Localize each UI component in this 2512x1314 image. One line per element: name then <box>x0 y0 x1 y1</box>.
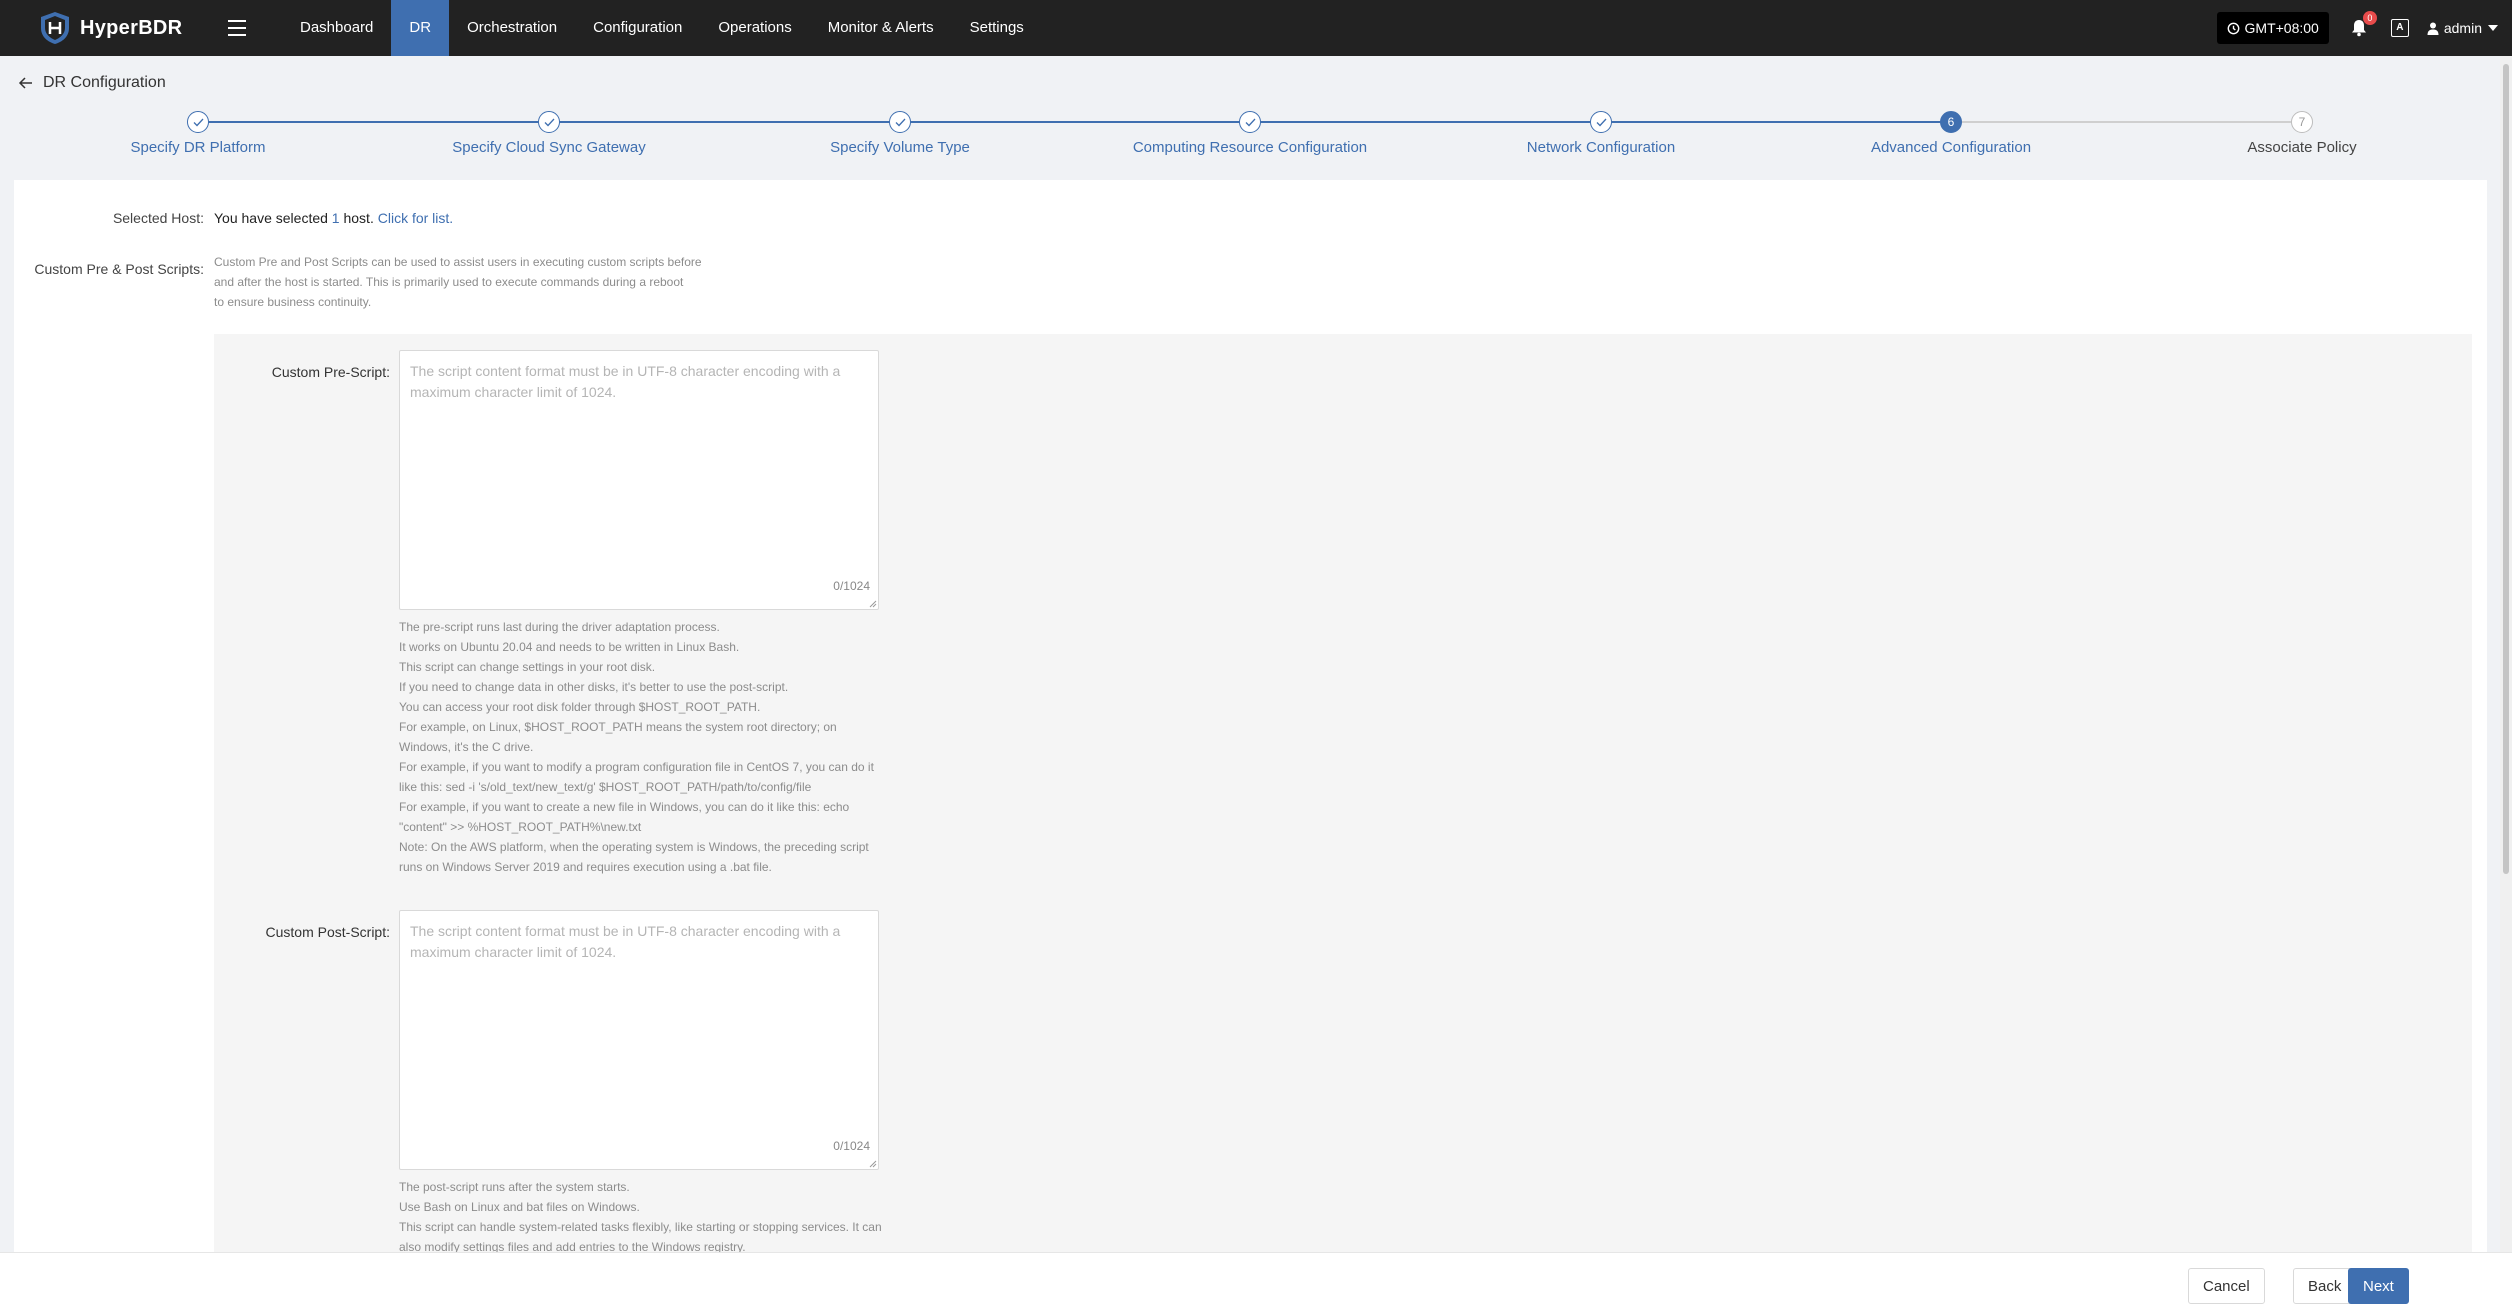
language-icon[interactable]: A <box>2390 19 2409 37</box>
top-navigation-bar: HyperBDR Dashboard DR Orchestration Conf… <box>0 0 2512 56</box>
post-script-label: Custom Post-Script: <box>265 924 390 940</box>
step-label: Associate Policy <box>2247 139 2357 156</box>
help-line: This script can change settings in your … <box>399 660 656 674</box>
menu-toggle-icon[interactable] <box>228 20 246 36</box>
pre-script-input[interactable] <box>400 351 878 609</box>
step-specify-cloud-sync-gateway[interactable]: Specify Cloud Sync Gateway <box>389 111 709 156</box>
scrollbar-thumb[interactable] <box>2503 64 2509 874</box>
step-number-badge: 6 <box>1940 111 1962 133</box>
step-label: Specify DR Platform <box>130 139 266 156</box>
page-title: DR Configuration <box>43 74 166 91</box>
step-specify-volume-type[interactable]: Specify Volume Type <box>740 111 1060 156</box>
main-nav: Dashboard DR Orchestration Configuration… <box>282 0 1042 56</box>
resize-handle-icon[interactable] <box>869 1160 877 1168</box>
check-icon <box>889 111 911 133</box>
nav-item-monitor-alerts[interactable]: Monitor & Alerts <box>810 0 952 56</box>
scripts-panel: Custom Pre-Script: 0/1024 The pre-script… <box>214 334 2472 1252</box>
step-label: Specify Volume Type <box>830 139 970 156</box>
pre-script-help: The pre-script runs last during the driv… <box>399 617 889 877</box>
pre-script-field: 0/1024 <box>399 350 879 610</box>
logo[interactable]: HyperBDR <box>38 10 208 46</box>
step-advanced-configuration[interactable]: 6 Advanced Configuration <box>1791 111 2111 156</box>
wizard-footer: Cancel Back Next <box>0 1252 2512 1314</box>
timezone-indicator[interactable]: GMT+08:00 <box>2216 12 2329 44</box>
shield-logo-icon <box>41 12 69 44</box>
selected-host-suffix: host. <box>339 210 374 226</box>
back-button[interactable]: Back <box>2293 1268 2357 1304</box>
help-line: For example, if you want to create a new… <box>399 800 850 834</box>
selected-host-count: 1 <box>331 210 340 226</box>
description-line: Custom Pre and Post Scripts can be used … <box>214 255 702 269</box>
pre-script-label: Custom Pre-Script: <box>271 364 390 380</box>
nav-item-orchestration[interactable]: Orchestration <box>449 0 575 56</box>
description-line: to ensure business continuity. <box>214 295 372 309</box>
timezone-text: GMT+08:00 <box>2244 20 2319 36</box>
notification-bell-icon[interactable]: 0 <box>2349 11 2377 38</box>
help-line: For example, on Linux, $HOST_ROOT_PATH m… <box>399 720 837 754</box>
page-scrollbar[interactable] <box>2500 56 2512 1252</box>
step-specify-dr-platform[interactable]: Specify DR Platform <box>38 111 358 156</box>
cancel-button[interactable]: Cancel <box>2188 1268 2265 1304</box>
app-name: HyperBDR <box>80 16 183 39</box>
user-icon <box>2427 22 2439 35</box>
host-list-link[interactable]: Click for list. <box>378 210 453 226</box>
help-line: Use Bash on Linux and bat files on Windo… <box>399 1200 640 1214</box>
step-label: Network Configuration <box>1526 139 1676 156</box>
chevron-down-icon <box>2488 25 2498 31</box>
clock-icon <box>2227 22 2239 34</box>
post-script-input[interactable] <box>400 911 878 1169</box>
help-line: The post-script runs after the system st… <box>399 1180 630 1194</box>
custom-scripts-description: Custom Pre and Post Scripts can be used … <box>214 252 704 312</box>
step-number-badge: 7 <box>2291 111 2313 133</box>
resize-handle-icon[interactable] <box>869 600 877 608</box>
nav-item-configuration[interactable]: Configuration <box>575 0 700 56</box>
help-line: Note: On the AWS platform, when the oper… <box>399 840 869 874</box>
step-network-configuration[interactable]: Network Configuration <box>1441 111 1761 156</box>
step-computing-resource-configuration[interactable]: Computing Resource Configuration <box>1090 111 1410 156</box>
check-icon <box>1239 111 1261 133</box>
selected-host-text: You have selected 1 host. Click for list… <box>214 210 453 226</box>
check-icon <box>1590 111 1612 133</box>
back-arrow-icon[interactable] <box>18 75 34 91</box>
selected-host-prefix: You have selected <box>214 210 332 226</box>
nav-item-settings[interactable]: Settings <box>952 0 1042 56</box>
step-label: Specify Cloud Sync Gateway <box>452 139 646 156</box>
description-line: and after the host is started. This is p… <box>214 275 684 289</box>
help-line: You can access your root disk folder thr… <box>399 700 761 714</box>
pre-script-char-counter: 0/1024 <box>833 579 870 593</box>
notification-count-badge: 0 <box>2362 11 2377 25</box>
next-button[interactable]: Next <box>2348 1268 2409 1304</box>
help-line: For example, if you want to modify a pro… <box>399 760 874 794</box>
post-script-field: 0/1024 <box>399 910 879 1170</box>
advanced-configuration-form: Selected Host: You have selected 1 host.… <box>14 180 2487 1252</box>
nav-item-dashboard[interactable]: Dashboard <box>282 0 391 56</box>
page-header: DR Configuration Specify DR Platform Spe… <box>0 56 2512 180</box>
post-script-char-counter: 0/1024 <box>833 1139 870 1153</box>
nav-item-operations[interactable]: Operations <box>700 0 809 56</box>
help-line: The pre-script runs last during the driv… <box>399 620 720 634</box>
check-icon <box>538 111 560 133</box>
check-icon <box>187 111 209 133</box>
help-line: If you need to change data in other disk… <box>399 680 789 694</box>
step-label: Computing Resource Configuration <box>1132 139 1368 156</box>
custom-scripts-label: Custom Pre & Post Scripts: <box>34 261 204 277</box>
selected-host-label: Selected Host: <box>112 210 204 226</box>
help-line: It works on Ubuntu 20.04 and needs to be… <box>399 640 740 654</box>
step-label: Advanced Configuration <box>1870 139 2032 156</box>
user-menu[interactable]: admin <box>2427 20 2498 36</box>
wizard-steps: Specify DR Platform Specify Cloud Sync G… <box>0 111 2512 171</box>
user-name: admin <box>2443 20 2482 36</box>
help-line: This script can handle system-related ta… <box>399 1220 882 1252</box>
post-script-help: The post-script runs after the system st… <box>399 1177 889 1252</box>
nav-item-dr[interactable]: DR <box>391 0 450 56</box>
step-associate-policy[interactable]: 7 Associate Policy <box>2142 111 2462 156</box>
